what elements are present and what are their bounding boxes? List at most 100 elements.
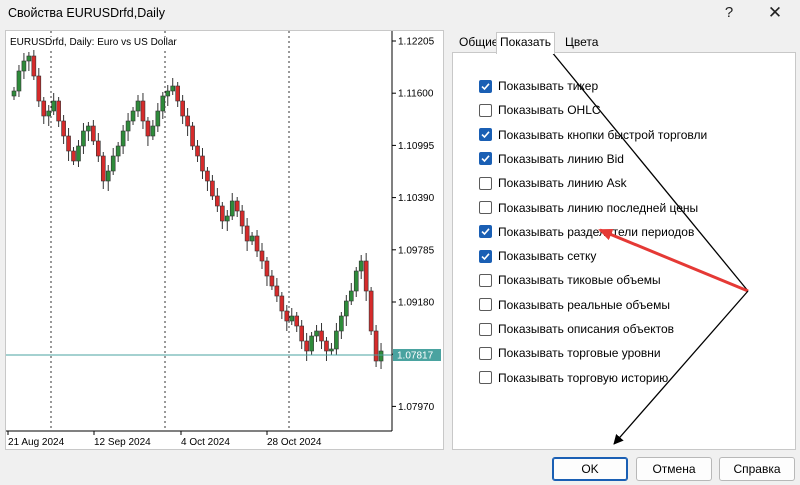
candle-body [363,260,369,292]
candle-body [96,140,101,157]
candle-body [210,180,215,197]
option-10[interactable]: Показывать реальные объемы [479,296,670,314]
option-2[interactable]: Показывать OHLC [479,101,601,119]
candle-body [16,70,22,92]
candle-body [66,135,71,152]
checkbox[interactable] [479,201,492,214]
candle-body [61,120,66,137]
candle-body [220,205,225,222]
time-axis-label: 12 Sep 2024 [94,437,151,448]
candle-body [155,110,161,127]
candle-body [215,195,220,207]
candle-body [91,125,96,142]
candle-body [200,155,205,172]
candle-body [264,260,270,277]
option-12[interactable]: Показывать торговые уровни [479,344,661,362]
option-1[interactable]: Показывать тикер [479,77,598,95]
candle-body [145,120,151,137]
checkbox[interactable] [479,152,492,166]
candle-body [244,225,250,242]
option-6[interactable]: Показывать линию последней цены [479,199,698,217]
help-button[interactable]: Справка [719,457,795,481]
candle-body [314,330,319,337]
candle-body [234,200,240,212]
candlestick-chart: 1.12205 1.11600 1.10995 1.10390 1.09785 1.091… [6,31,441,448]
cancel-button[interactable]: Отмена [636,457,712,481]
candle-body [254,235,260,252]
checkbox[interactable] [479,176,492,190]
price-axis-label: 1.10995 [398,141,435,152]
checkbox[interactable] [479,322,492,336]
candle-body [140,100,146,122]
candle-body [353,270,359,292]
option-7[interactable]: Показывать разделители периодов [479,223,694,241]
price-axis-label: 1.11600 [398,89,434,100]
option-13[interactable]: Показывать торговую историю [479,369,668,387]
checkbox[interactable] [479,225,492,239]
checkbox[interactable] [479,249,492,263]
option-label: Показывать описания объектов [498,322,675,336]
candle-body [205,170,210,182]
candle-body [51,100,56,112]
candle-body [11,90,17,97]
tab-bar: Общие Показать Цвета [452,30,796,54]
option-8[interactable]: Показывать сетку [479,247,596,265]
candle-body [185,115,190,127]
candle-body [150,125,156,137]
candle-body [165,90,171,97]
tab-colors[interactable]: Цвета [562,34,601,52]
option-label: Показывать линию Bid [498,151,624,166]
tab-general[interactable]: Общие [456,34,501,52]
dialog-footer: OK Отмена Справка [0,452,800,485]
option-label: Показывать линию последней цены [498,200,699,215]
candle-body [284,310,290,322]
checkbox[interactable] [479,79,492,93]
close-icon[interactable]: ✕ [752,2,798,26]
window-title: Свойства EURUSDrfd,Daily [8,6,165,20]
checkbox[interactable] [479,298,492,312]
option-label: Показывать кнопки быстрой торговли [498,127,708,142]
title-bar: Свойства EURUSDrfd,Daily ? ✕ [0,0,800,28]
candle-body [41,100,47,117]
candle-body [71,150,76,162]
option-11[interactable]: Показывать описания объектов [479,320,674,338]
candle-body [120,130,126,147]
checkbox[interactable] [479,128,492,142]
tab-content-show: Показывать тикер Показывать OHLC Показыват… [452,52,796,450]
candle-body [26,55,32,62]
check-icon [481,82,490,90]
candle-body [339,315,344,332]
candle-body [324,340,329,352]
candle-body [170,85,176,92]
option-9[interactable]: Показывать тиковые объемы [479,271,661,289]
option-label: Показывать реальные объемы [498,297,670,312]
candle-body [76,145,81,162]
option-5[interactable]: Показывать линию Ask [479,174,627,192]
candle-body [319,330,324,342]
candle-body [274,285,280,297]
chart-preview: 1.12205 1.11600 1.10995 1.10390 1.09785 1.091… [5,30,444,450]
checkbox[interactable] [479,371,492,385]
candle-body [100,155,106,182]
time-axis-label: 4 Oct 2024 [181,437,230,448]
candle-body [115,145,121,157]
checkbox[interactable] [479,273,492,287]
option-label: Показывать тикер [498,79,599,93]
checkbox[interactable] [479,346,492,360]
candle-body [249,235,255,242]
help-icon[interactable]: ? [706,2,752,26]
check-icon [481,252,490,260]
current-price-label: 1.07817 [397,351,434,362]
check-icon [481,228,490,236]
tab-show[interactable]: Показать [496,32,556,54]
candle-body [378,350,384,362]
candle-body [81,130,86,147]
ok-button[interactable]: OK [552,457,628,481]
candle-body [36,75,42,102]
option-3[interactable]: Показывать кнопки быстрой торговли [479,126,707,144]
price-axis-label: 1.10390 [398,193,435,204]
option-4[interactable]: Показывать линию Bid [479,150,624,168]
checkbox[interactable] [479,103,492,117]
candle-body [344,300,349,317]
time-axis-label: 21 Aug 2024 [8,437,65,448]
